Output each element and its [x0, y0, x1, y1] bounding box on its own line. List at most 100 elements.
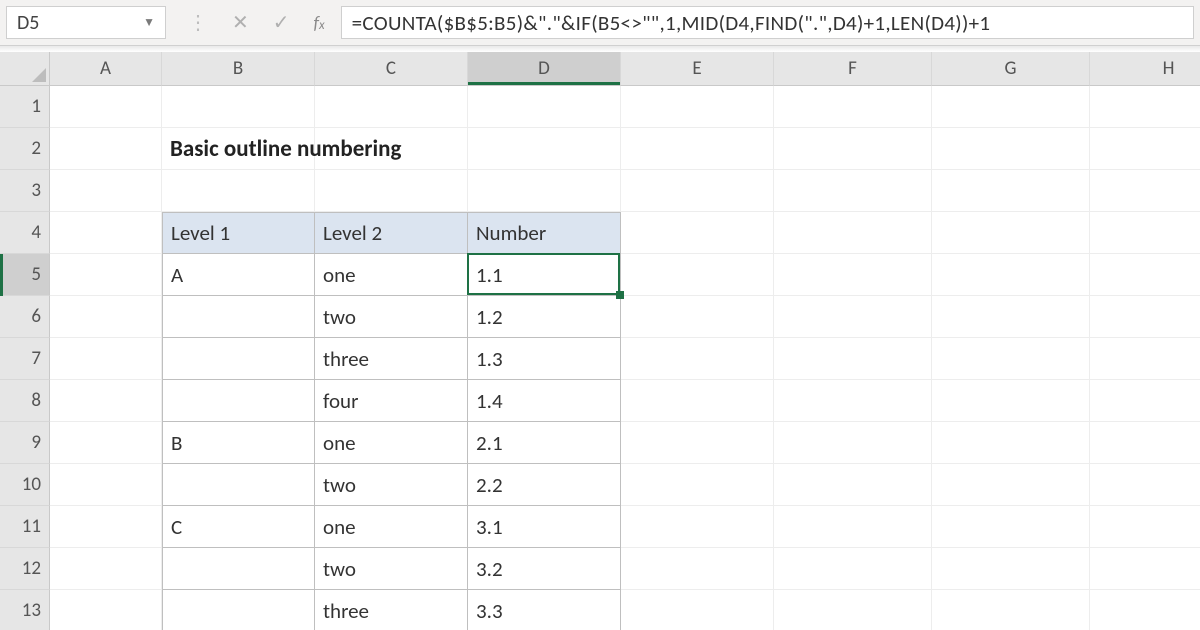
- page-title[interactable]: Basic outline numbering: [162, 128, 621, 170]
- row-header-9[interactable]: 9: [0, 422, 50, 464]
- table-cell-B8[interactable]: [162, 380, 315, 422]
- cell-E9[interactable]: [621, 422, 774, 464]
- cell-H13[interactable]: [1090, 590, 1200, 630]
- cell-D1[interactable]: [468, 86, 621, 128]
- cell-H4[interactable]: [1090, 212, 1200, 254]
- cell-F6[interactable]: [774, 296, 932, 338]
- cell-G9[interactable]: [932, 422, 1090, 464]
- row-header-6[interactable]: 6: [0, 296, 50, 338]
- column-header-A[interactable]: A: [50, 52, 162, 86]
- chevron-down-icon[interactable]: ▼: [143, 15, 155, 30]
- cell-E1[interactable]: [621, 86, 774, 128]
- cell-G2[interactable]: [932, 128, 1090, 170]
- cell-H11[interactable]: [1090, 506, 1200, 548]
- cell-F5[interactable]: [774, 254, 932, 296]
- cell-D3[interactable]: [468, 170, 621, 212]
- cell-F10[interactable]: [774, 464, 932, 506]
- table-cell-B5[interactable]: A: [162, 254, 315, 296]
- cell-E2[interactable]: [621, 128, 774, 170]
- cell-E13[interactable]: [621, 590, 774, 630]
- row-header-1[interactable]: 1: [0, 86, 50, 128]
- table-cell-D6[interactable]: 1.2: [468, 296, 621, 338]
- cell-A3[interactable]: [50, 170, 162, 212]
- table-cell-D12[interactable]: 3.2: [468, 548, 621, 590]
- cell-F11[interactable]: [774, 506, 932, 548]
- cell-E5[interactable]: [621, 254, 774, 296]
- column-header-D[interactable]: D: [468, 52, 621, 86]
- cell-G10[interactable]: [932, 464, 1090, 506]
- table-cell-C5[interactable]: one: [315, 254, 468, 296]
- row-header-5[interactable]: 5: [0, 254, 50, 296]
- cell-A2[interactable]: [50, 128, 162, 170]
- row-header-4[interactable]: 4: [0, 212, 50, 254]
- table-cell-C10[interactable]: two: [315, 464, 468, 506]
- cell-G1[interactable]: [932, 86, 1090, 128]
- cell-G3[interactable]: [932, 170, 1090, 212]
- table-cell-C7[interactable]: three: [315, 338, 468, 380]
- column-header-C[interactable]: C: [315, 52, 468, 86]
- table-cell-C12[interactable]: two: [315, 548, 468, 590]
- row-header-13[interactable]: 13: [0, 590, 50, 630]
- table-cell-B6[interactable]: [162, 296, 315, 338]
- cell-A4[interactable]: [50, 212, 162, 254]
- select-all-corner[interactable]: [0, 52, 50, 86]
- cell-E3[interactable]: [621, 170, 774, 212]
- cell-H3[interactable]: [1090, 170, 1200, 212]
- row-header-12[interactable]: 12: [0, 548, 50, 590]
- cell-A9[interactable]: [50, 422, 162, 464]
- column-header-E[interactable]: E: [621, 52, 774, 86]
- row-header-8[interactable]: 8: [0, 380, 50, 422]
- cell-A12[interactable]: [50, 548, 162, 590]
- table-cell-D10[interactable]: 2.2: [468, 464, 621, 506]
- table-cell-C11[interactable]: one: [315, 506, 468, 548]
- cell-F2[interactable]: [774, 128, 932, 170]
- cell-A6[interactable]: [50, 296, 162, 338]
- cell-H5[interactable]: [1090, 254, 1200, 296]
- table-header-D[interactable]: Number: [468, 212, 621, 254]
- table-cell-B10[interactable]: [162, 464, 315, 506]
- cell-A7[interactable]: [50, 338, 162, 380]
- column-header-G[interactable]: G: [932, 52, 1090, 86]
- cell-G7[interactable]: [932, 338, 1090, 380]
- formula-input[interactable]: =COUNTA($B$5:B5)&"."&IF(B5<>"",1,MID(D4,…: [341, 6, 1194, 39]
- row-header-11[interactable]: 11: [0, 506, 50, 548]
- table-cell-D9[interactable]: 2.1: [468, 422, 621, 464]
- column-header-F[interactable]: F: [774, 52, 932, 86]
- cell-F9[interactable]: [774, 422, 932, 464]
- cell-A13[interactable]: [50, 590, 162, 630]
- cell-A5[interactable]: [50, 254, 162, 296]
- cell-B1[interactable]: [162, 86, 315, 128]
- cell-H9[interactable]: [1090, 422, 1200, 464]
- table-cell-D8[interactable]: 1.4: [468, 380, 621, 422]
- table-cell-C8[interactable]: four: [315, 380, 468, 422]
- expand-icon[interactable]: ⋮: [188, 10, 208, 35]
- fill-handle[interactable]: [616, 291, 624, 299]
- cell-F8[interactable]: [774, 380, 932, 422]
- cell-G6[interactable]: [932, 296, 1090, 338]
- row-header-10[interactable]: 10: [0, 464, 50, 506]
- worksheet[interactable]: ABCDEFGH 1234567891011121314 Basic outli…: [0, 52, 1200, 630]
- cell-E12[interactable]: [621, 548, 774, 590]
- cell-H10[interactable]: [1090, 464, 1200, 506]
- cell-C3[interactable]: [315, 170, 468, 212]
- cell-H7[interactable]: [1090, 338, 1200, 380]
- table-cell-C13[interactable]: three: [315, 590, 468, 630]
- table-cell-C9[interactable]: one: [315, 422, 468, 464]
- cell-E7[interactable]: [621, 338, 774, 380]
- cell-F13[interactable]: [774, 590, 932, 630]
- table-cell-D11[interactable]: 3.1: [468, 506, 621, 548]
- column-header-B[interactable]: B: [162, 52, 315, 86]
- fx-icon[interactable]: fx: [314, 12, 325, 34]
- cell-E11[interactable]: [621, 506, 774, 548]
- table-cell-D13[interactable]: 3.3: [468, 590, 621, 630]
- cell-C1[interactable]: [315, 86, 468, 128]
- cell-G8[interactable]: [932, 380, 1090, 422]
- table-cell-B7[interactable]: [162, 338, 315, 380]
- cell-E10[interactable]: [621, 464, 774, 506]
- cell-H1[interactable]: [1090, 86, 1200, 128]
- row-header-7[interactable]: 7: [0, 338, 50, 380]
- table-cell-C6[interactable]: two: [315, 296, 468, 338]
- table-header-B[interactable]: Level 1: [162, 212, 315, 254]
- cell-E6[interactable]: [621, 296, 774, 338]
- cell-F4[interactable]: [774, 212, 932, 254]
